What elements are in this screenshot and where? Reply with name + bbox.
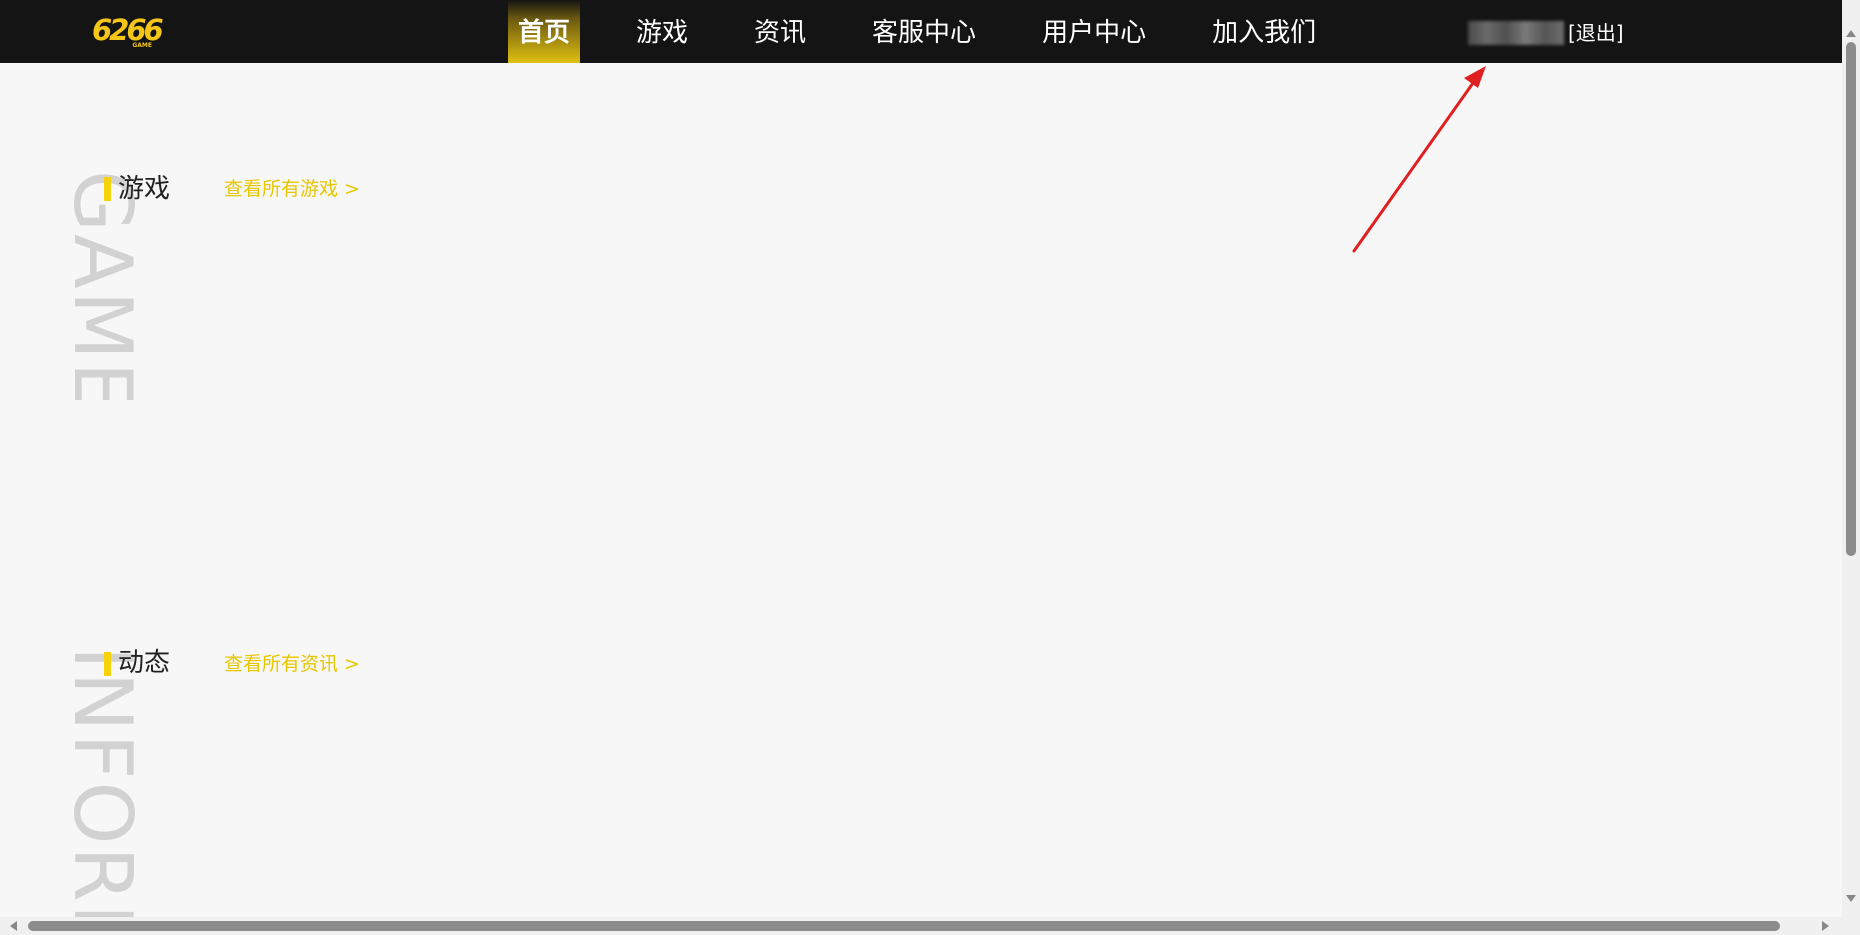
- vertical-scroll-thumb[interactable]: [1846, 42, 1856, 556]
- scrollbar-corner: [1842, 917, 1860, 935]
- logout-link[interactable]: [退出]: [1568, 17, 1624, 46]
- games-section-title: 游戏: [118, 174, 171, 204]
- horizontal-scroll-thumb[interactable]: [28, 921, 1780, 931]
- nav-item-customer-service[interactable]: 客服中心: [862, 0, 986, 63]
- vertical-scrollbar[interactable]: [1842, 0, 1860, 917]
- logo-subtext: GAME: [132, 42, 152, 49]
- nav-item-user-center[interactable]: 用户中心: [1032, 0, 1156, 63]
- main-nav: 首页 游戏 资讯 客服中心 用户中心 加入我们: [508, 0, 1372, 63]
- user-area: [退出]: [1468, 0, 1624, 63]
- scroll-down-arrow-icon[interactable]: [1846, 895, 1856, 902]
- view-all-games-link[interactable]: 查看所有游戏 >: [224, 174, 360, 204]
- top-nav-bar: 6266 GAME 首页 游戏 资讯 客服中心 用户中心 加入我们 [退出]: [0, 0, 1842, 63]
- nav-item-home[interactable]: 首页: [508, 0, 581, 63]
- scroll-up-arrow-icon[interactable]: [1846, 30, 1856, 37]
- annotation-arrow: [1352, 66, 1486, 253]
- scroll-left-arrow-icon[interactable]: [10, 921, 17, 931]
- username-blurred[interactable]: [1468, 20, 1564, 45]
- news-section-marker: [104, 652, 111, 676]
- horizontal-scrollbar[interactable]: [0, 917, 1842, 935]
- nav-item-games[interactable]: 游戏: [626, 0, 698, 63]
- view-all-news-link[interactable]: 查看所有资讯 >: [224, 649, 360, 679]
- news-section-title: 动态: [118, 648, 171, 678]
- page: 6266 GAME 首页 游戏 资讯 客服中心 用户中心 加入我们 [退出] G…: [0, 0, 1860, 935]
- news-watermark: INFORMATION: [62, 646, 142, 917]
- scroll-right-arrow-icon[interactable]: [1822, 921, 1829, 931]
- nav-item-news[interactable]: 资讯: [744, 0, 816, 63]
- games-watermark: GAME: [62, 170, 142, 400]
- site-logo[interactable]: 6266 GAME: [92, 12, 164, 52]
- nav-item-join-us[interactable]: 加入我们: [1202, 0, 1326, 63]
- games-section-marker: [104, 177, 111, 201]
